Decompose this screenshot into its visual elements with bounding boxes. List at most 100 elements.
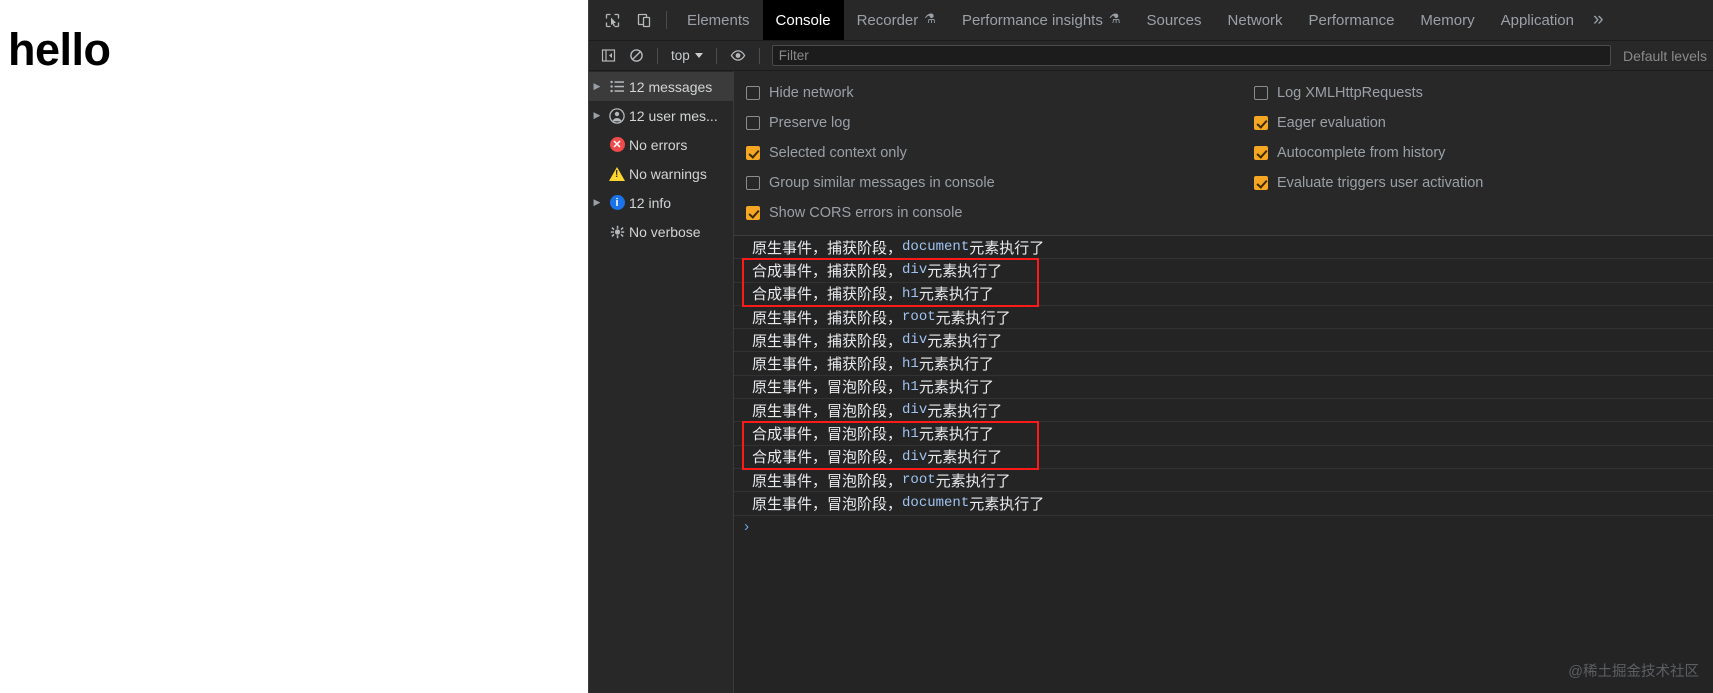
setting-group-similar-messages[interactable]: Group similar messages in console — [746, 168, 1254, 198]
message-prefix: 原生事件，捕获阶段， — [752, 309, 903, 327]
tab-performance-insights[interactable]: Performance insights ⚗ — [949, 0, 1134, 40]
console-message-row[interactable]: 合成事件，捕获阶段， h1 元素执行了 — [734, 283, 1713, 306]
console-filter-input[interactable] — [771, 45, 1611, 66]
checkbox[interactable] — [746, 146, 760, 160]
tab-label: Recorder — [856, 11, 919, 29]
setting-label: Eager evaluation — [1277, 115, 1386, 131]
browser-page-viewport: hello — [0, 0, 588, 693]
checkbox[interactable] — [1254, 116, 1268, 130]
tabbar-divider — [666, 11, 667, 29]
console-message-row[interactable]: 原生事件，冒泡阶段， root 元素执行了 — [734, 469, 1713, 493]
console-message-row[interactable]: 原生事件，冒泡阶段， div 元素执行了 — [734, 399, 1713, 423]
message-prefix: 原生事件，冒泡阶段， — [752, 402, 903, 420]
checkbox[interactable] — [1254, 176, 1268, 190]
console-log-area[interactable]: 原生事件，捕获阶段， document 元素执行了 合成事件，捕获阶段， div 元素执行… — [734, 236, 1713, 693]
toolbar-divider — [657, 47, 658, 64]
log-level-selector[interactable]: Default levels — [1613, 48, 1713, 64]
show-console-sidebar-icon[interactable] — [595, 44, 621, 68]
tab-network[interactable]: Network — [1215, 0, 1296, 40]
user-icon — [605, 107, 629, 124]
message-suffix: 元素执行了 — [918, 286, 994, 304]
sidebar-item-label: 12 info — [629, 194, 672, 211]
checkbox[interactable] — [746, 176, 760, 190]
setting-autocomplete-from-history[interactable]: Autocomplete from history — [1254, 138, 1483, 168]
warning-triangle — [609, 166, 625, 181]
checkbox[interactable] — [746, 86, 760, 100]
tab-application[interactable]: Application — [1488, 0, 1587, 40]
page-title: hello — [8, 24, 111, 75]
tab-label: Performance — [1308, 11, 1395, 29]
message-prefix: 合成事件，冒泡阶段， — [752, 449, 903, 467]
tab-memory[interactable]: Memory — [1407, 0, 1487, 40]
error-badge: ✕ — [609, 137, 625, 152]
console-settings-pane: Hide network Preserve log Selected conte… — [734, 71, 1713, 236]
message-code-token: document — [902, 495, 970, 512]
sidebar-item-label: 12 messages — [629, 78, 713, 95]
message-prefix: 原生事件，捕获阶段， — [752, 239, 903, 257]
setting-show-cors-errors[interactable]: Show CORS errors in console — [746, 198, 1254, 228]
console-message-row[interactable]: 合成事件，冒泡阶段， h1 元素执行了 — [734, 422, 1713, 446]
device-toolbar-icon[interactable] — [631, 7, 657, 33]
disclosure-triangle-icon[interactable]: ▶ — [589, 197, 605, 208]
setting-selected-context-only[interactable]: Selected context only — [746, 138, 1254, 168]
message-prefix: 原生事件，冒泡阶段， — [752, 495, 903, 513]
warning-icon — [605, 166, 629, 181]
console-prompt[interactable]: › — [734, 516, 1713, 540]
message-suffix: 元素执行了 — [935, 472, 1011, 490]
more-tabs-chevron-icon[interactable]: » — [1587, 0, 1612, 40]
tab-recorder[interactable]: Recorder ⚗ — [844, 0, 949, 40]
toolbar-divider — [715, 47, 717, 64]
tab-sources[interactable]: Sources — [1134, 0, 1215, 40]
tab-console[interactable]: Console — [762, 0, 844, 40]
tab-performance[interactable]: Performance — [1296, 0, 1408, 40]
execution-context-selector[interactable]: top — [666, 46, 708, 65]
console-sidebar: ▶ 12 messages ▶ 12 user mes... ✕ No erro… — [589, 71, 734, 693]
console-message-list: 原生事件，捕获阶段， document 元素执行了 合成事件，捕获阶段， div 元素执行… — [734, 236, 1713, 516]
console-message-row[interactable]: 原生事件，冒泡阶段， document 元素执行了 — [734, 492, 1713, 516]
sidebar-item-errors[interactable]: ✕ No errors — [589, 130, 733, 159]
message-code-token: h1 — [902, 355, 919, 372]
setting-label: Group similar messages in console — [769, 175, 995, 191]
screenshot-root: hello Elements Console Recorder ⚗ Perfor… — [0, 0, 1713, 693]
sidebar-item-info[interactable]: ▶ i 12 info — [589, 188, 733, 217]
disclosure-triangle-icon[interactable]: ▶ — [589, 81, 605, 92]
setting-label: Autocomplete from history — [1277, 145, 1446, 161]
message-prefix: 合成事件，捕获阶段， — [752, 262, 903, 280]
message-suffix: 元素执行了 — [935, 309, 1011, 327]
sidebar-item-verbose[interactable]: No verbose — [589, 217, 733, 246]
sidebar-item-messages[interactable]: ▶ 12 messages — [589, 72, 733, 101]
checkbox[interactable] — [1254, 86, 1268, 100]
console-message-row[interactable]: 合成事件，捕获阶段， div 元素执行了 — [734, 259, 1713, 283]
devtools-tool-icons — [589, 0, 663, 40]
checkbox[interactable] — [1254, 146, 1268, 160]
setting-log-xmlhttprequests[interactable]: Log XMLHttpRequests — [1254, 78, 1483, 108]
disclosure-triangle-icon[interactable]: ▶ — [589, 110, 605, 121]
watermark: @稀土掘金技术社区 — [1568, 664, 1699, 680]
sidebar-item-label: 12 user mes... — [629, 107, 718, 124]
console-message-row[interactable]: 合成事件，冒泡阶段， div 元素执行了 — [734, 446, 1713, 469]
tab-elements[interactable]: Elements — [674, 0, 763, 40]
message-code-token: div — [902, 402, 928, 419]
setting-label: Selected context only — [769, 145, 907, 161]
console-message-row[interactable]: 原生事件，捕获阶段， h1 元素执行了 — [734, 352, 1713, 376]
setting-evaluate-triggers-user-activation[interactable]: Evaluate triggers user activation — [1254, 168, 1483, 198]
message-code-token: div — [902, 262, 928, 279]
tab-label: Console — [775, 11, 831, 29]
sidebar-item-user-messages[interactable]: ▶ 12 user mes... — [589, 101, 733, 130]
console-message-row[interactable]: 原生事件，冒泡阶段， h1 元素执行了 — [734, 376, 1713, 400]
checkbox[interactable] — [746, 206, 760, 220]
setting-label: Hide network — [769, 85, 854, 101]
setting-hide-network[interactable]: Hide network — [746, 78, 1254, 108]
clear-console-icon[interactable] — [623, 44, 649, 68]
create-live-expression-icon[interactable] — [725, 44, 751, 68]
console-message-row[interactable]: 原生事件，捕获阶段， document 元素执行了 — [734, 236, 1713, 260]
sidebar-item-warnings[interactable]: No warnings — [589, 159, 733, 188]
console-message-row[interactable]: 原生事件，捕获阶段， root 元素执行了 — [734, 306, 1713, 330]
console-message-row[interactable]: 原生事件，捕获阶段， div 元素执行了 — [734, 329, 1713, 353]
setting-preserve-log[interactable]: Preserve log — [746, 108, 1254, 138]
setting-eager-evaluation[interactable]: Eager evaluation — [1254, 108, 1483, 138]
message-prefix: 原生事件，冒泡阶段， — [752, 379, 903, 397]
console-settings-left-column: Hide network Preserve log Selected conte… — [734, 78, 1254, 228]
checkbox[interactable] — [746, 116, 760, 130]
inspect-element-icon[interactable] — [599, 7, 625, 33]
